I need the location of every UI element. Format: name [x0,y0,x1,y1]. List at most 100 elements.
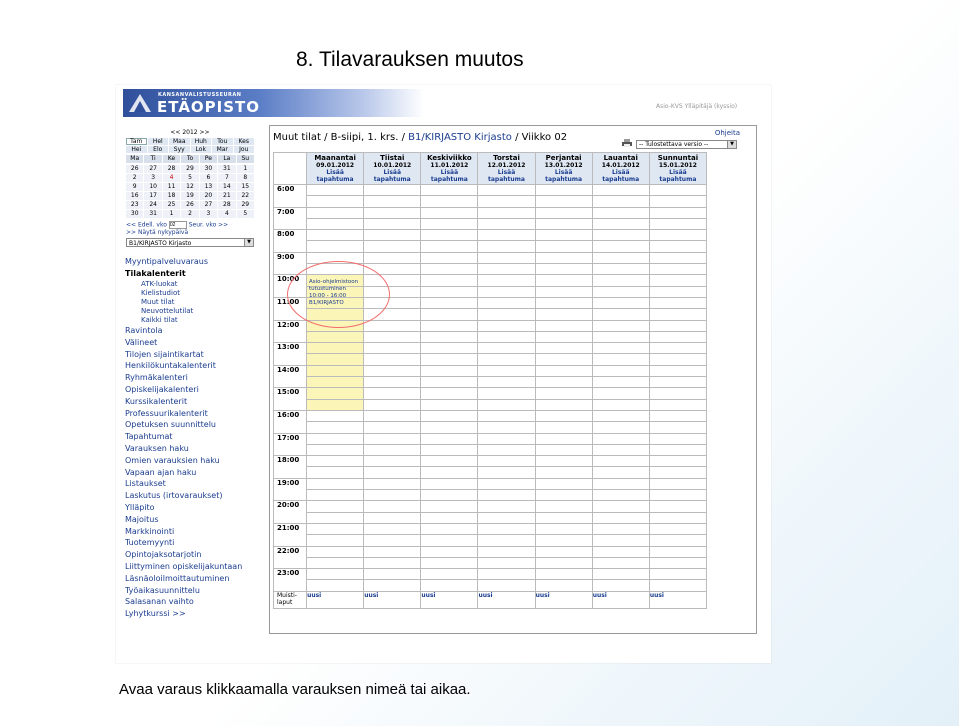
day-date[interactable]: 11.01.2012 [421,162,477,169]
time-slot[interactable] [591,319,650,332]
time-slot[interactable] [363,443,422,457]
time-slot[interactable] [477,545,536,558]
hour-label[interactable]: 21:00 [272,522,308,547]
time-slot[interactable] [648,342,708,355]
day-cell[interactable]: 2 [126,174,144,182]
time-slot[interactable] [591,466,650,479]
time-slot[interactable] [591,477,650,491]
time-slot[interactable] [477,183,536,197]
time-slot[interactable] [420,183,479,197]
day-cell[interactable]: 27 [144,165,162,173]
month-cell[interactable]: Kes [233,138,254,145]
time-slot[interactable] [420,240,479,253]
hour-label[interactable]: 15:00 [272,387,308,411]
time-slot[interactable] [534,183,593,197]
time-slot[interactable] [648,500,708,513]
time-slot[interactable] [363,195,422,208]
day-cell[interactable]: 5 [236,210,254,218]
day-cell[interactable]: 27 [199,201,218,209]
booking-slot[interactable] [306,376,365,389]
day-cell[interactable]: 7 [218,174,236,182]
add-event-link[interactable]: Lisää tapahtuma [364,169,420,183]
nav-item[interactable]: Majoitus [125,514,242,526]
hour-label[interactable]: 13:00 [272,342,308,366]
time-slot[interactable] [306,432,365,445]
time-slot[interactable] [534,398,593,411]
time-slot[interactable] [306,183,365,197]
time-slot[interactable] [534,579,593,592]
time-slot[interactable] [420,522,479,536]
time-slot[interactable] [477,342,536,355]
month-cell[interactable]: Tam [126,138,147,145]
month-cell[interactable]: Hei [126,146,147,153]
time-slot[interactable] [648,545,708,558]
time-slot[interactable] [306,195,365,208]
month-cell[interactable]: Hel [147,138,168,145]
time-slot[interactable] [363,364,422,378]
time-slot[interactable] [591,421,650,434]
time-slot[interactable] [648,477,708,491]
printer-icon[interactable] [622,139,632,147]
time-slot[interactable] [477,195,536,208]
time-slot[interactable] [591,229,650,242]
time-slot[interactable] [648,195,708,208]
booking-slot[interactable] [306,387,365,400]
time-slot[interactable] [591,443,650,457]
time-slot[interactable] [591,387,650,400]
new-note-link[interactable]: uusi [478,592,492,599]
month-cell[interactable]: Mar [212,146,233,153]
hour-label[interactable]: 12:00 [272,319,308,344]
day-cell[interactable]: 5 [181,174,199,182]
time-slot[interactable] [363,217,422,231]
time-slot[interactable] [363,477,422,491]
time-slot[interactable] [477,285,536,298]
day-cell[interactable]: 31 [218,165,236,173]
time-slot[interactable] [477,206,536,219]
time-slot[interactable] [477,319,536,332]
time-slot[interactable] [591,183,650,197]
day-cell[interactable]: 9 [126,183,144,191]
time-slot[interactable] [420,353,479,366]
time-slot[interactable] [420,251,479,265]
time-slot[interactable] [477,455,536,468]
time-slot[interactable] [534,455,593,468]
time-slot[interactable] [534,489,593,502]
nav-item[interactable]: Opiskelijakalenteri [125,384,242,396]
time-slot[interactable] [591,409,650,423]
time-slot[interactable] [534,443,593,457]
time-slot[interactable] [306,217,365,231]
time-slot[interactable] [363,432,422,445]
time-slot[interactable] [534,432,593,445]
day-cell[interactable]: 10 [144,183,162,191]
time-slot[interactable] [420,274,479,287]
time-slot[interactable] [477,556,536,570]
day-cell[interactable]: 15 [236,183,254,191]
time-slot[interactable] [648,308,708,321]
time-slot[interactable] [534,387,593,400]
print-version-select[interactable]: -- Tulostettava versio -- ▼ [636,140,737,149]
time-slot[interactable] [477,421,536,434]
time-slot[interactable] [591,534,650,547]
time-slot[interactable] [363,206,422,219]
time-slot[interactable] [420,511,479,524]
time-slot[interactable] [420,443,479,457]
hour-label[interactable]: 20:00 [272,500,308,524]
day-cell[interactable]: 11 [162,183,181,191]
time-slot[interactable] [477,398,536,411]
time-slot[interactable] [363,330,422,344]
time-slot[interactable] [306,568,365,581]
time-slot[interactable] [591,568,650,581]
prev-week-link[interactable]: << Edell. vko [126,222,167,229]
time-slot[interactable] [648,398,708,411]
time-slot[interactable] [306,443,365,457]
day-cell[interactable]: 26 [181,201,199,209]
booking-slot[interactable] [306,342,365,355]
time-slot[interactable] [648,534,708,547]
time-slot[interactable] [534,296,593,310]
time-slot[interactable] [306,556,365,570]
booking-slot[interactable] [306,364,365,378]
day-cell[interactable]: 23 [126,201,144,209]
day-cell[interactable]: 14 [218,183,236,191]
time-slot[interactable] [363,568,422,581]
time-slot[interactable] [306,511,365,524]
